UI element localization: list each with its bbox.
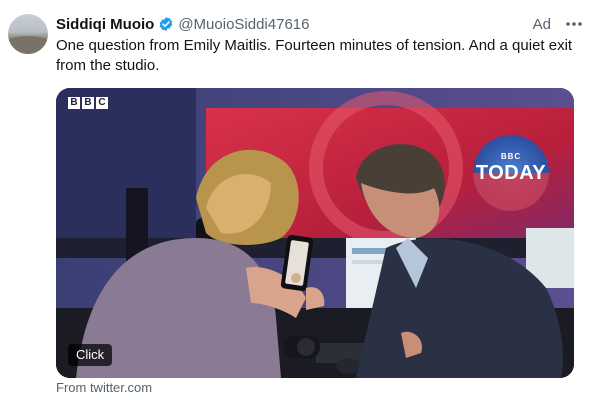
ellipsis-icon <box>566 22 582 26</box>
source-link[interactable]: From twitter.com <box>56 380 152 395</box>
header-tools: Ad <box>533 15 583 33</box>
tweet-card[interactable]: Siddiqi Muoio @MuoioSiddi47616 Ad One qu… <box>0 0 595 400</box>
today-programme-badge: BBC TODAY <box>471 138 551 218</box>
tweet-header: Siddiqi Muoio @MuoioSiddi47616 Ad <box>56 14 583 34</box>
author-avatar[interactable] <box>8 14 48 54</box>
bbc-logo-letter-1: B <box>68 97 80 109</box>
click-button[interactable]: Click <box>68 344 113 366</box>
more-options-button[interactable] <box>565 15 583 33</box>
author-name[interactable]: Siddiqi Muoio <box>56 16 154 33</box>
verified-badge-icon <box>159 17 173 31</box>
today-badge-small-text: BBC <box>500 152 522 161</box>
ad-label: Ad <box>532 15 551 33</box>
today-badge-title: TODAY <box>475 162 547 184</box>
author-handle[interactable]: @MuoioSiddi47616 <box>178 16 309 33</box>
bbc-channel-logo: B B C <box>68 97 108 109</box>
tweet-text: One question from Emily Maitlis. Fourtee… <box>56 37 573 74</box>
studio-scene-image <box>56 88 574 378</box>
avatar-landscape <box>8 36 48 54</box>
bbc-logo-letter-3: C <box>96 97 108 109</box>
tweet-video-card[interactable]: B B C BBC TODAY Click <box>56 88 574 378</box>
bbc-logo-letter-2: B <box>82 97 94 109</box>
